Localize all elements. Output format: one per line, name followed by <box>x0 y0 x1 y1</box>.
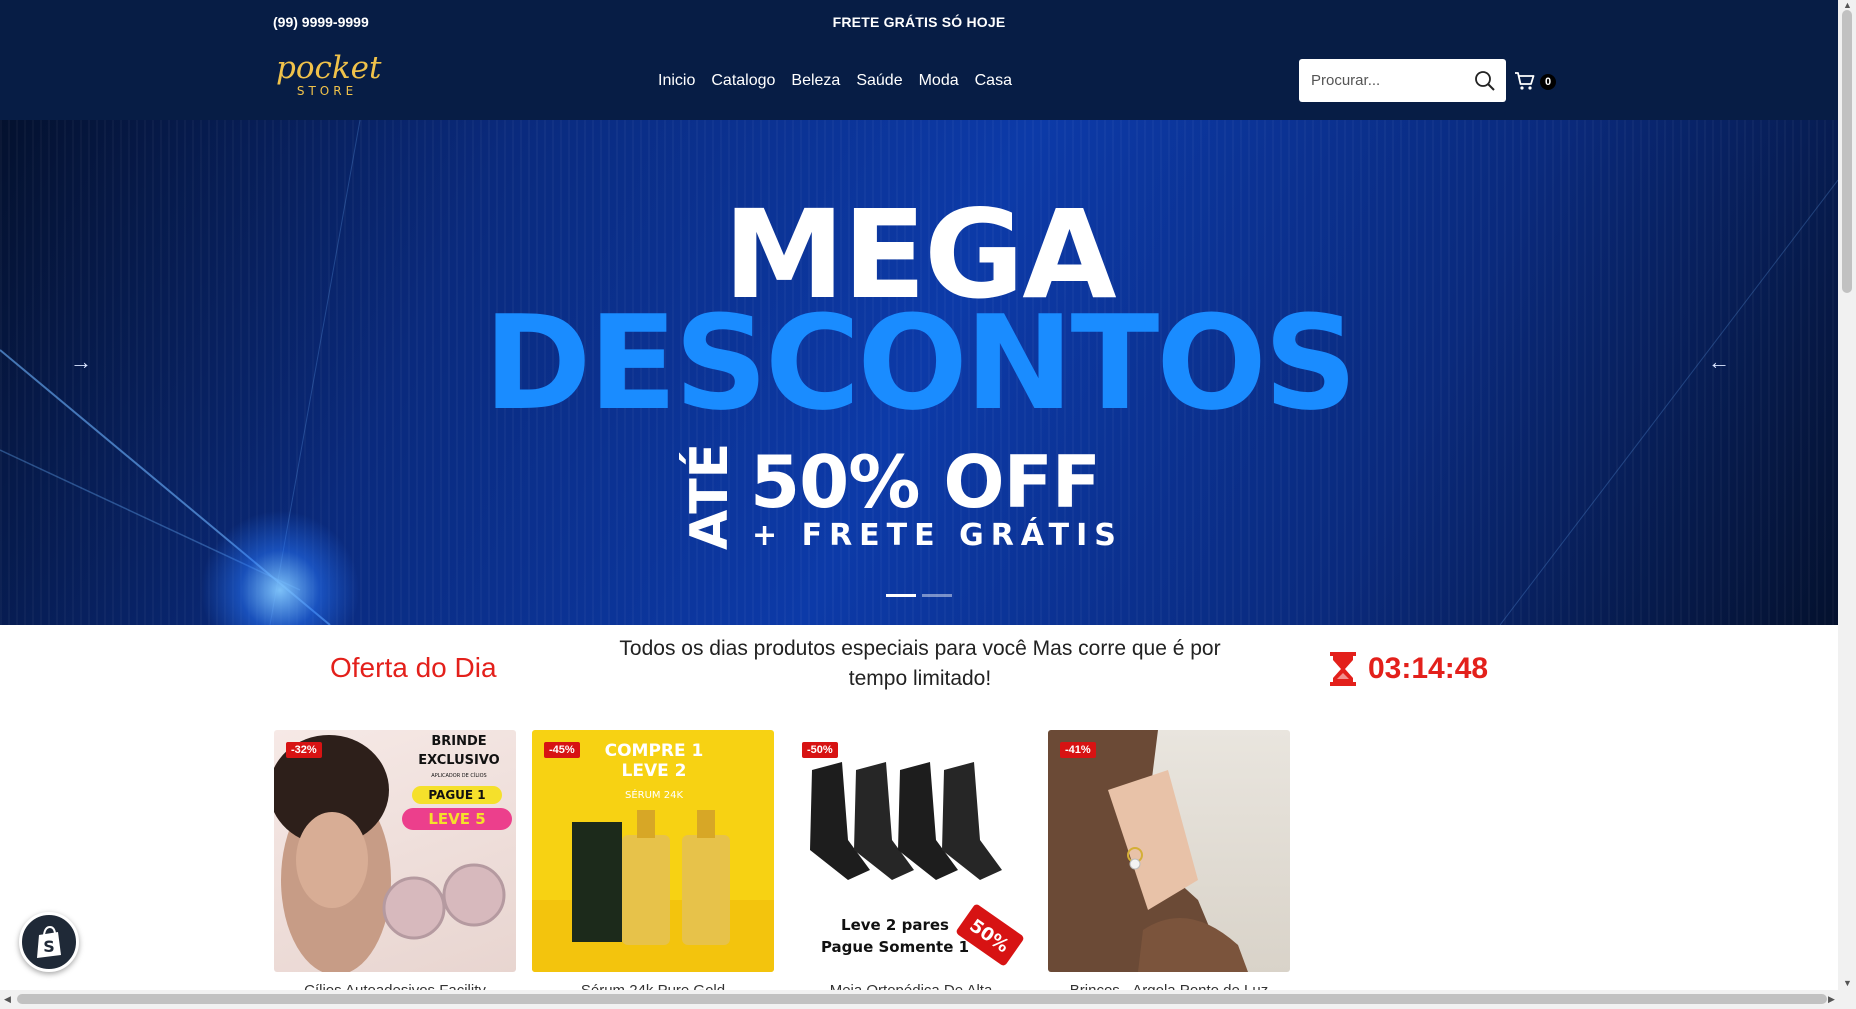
nav-beleza[interactable]: Beleza <box>791 72 840 90</box>
art-line3: APLICADOR DE CÍLIOS <box>431 772 486 779</box>
shopify-bag-icon: S <box>37 925 61 958</box>
serum-art: COMPRE 1 LEVE 2 SÉRUM 24K <box>532 741 774 972</box>
socks-art: Leve 2 pares Pague Somente 1 50% <box>810 762 1024 966</box>
carousel-dot-2[interactable] <box>922 594 952 597</box>
hero-banner[interactable]: MEGA DESCONTOS ATÉ 50% OFF + FRETE GRÁTI… <box>0 120 1838 625</box>
page: (99) 9999-9999 FRETE GRÁTIS SÓ HOJE pock… <box>0 0 1856 1009</box>
vertical-scroll-thumb[interactable] <box>1842 10 1852 293</box>
promo-banner-text: FRETE GRÁTIS SÓ HOJE <box>832 14 1006 30</box>
art-line2: Pague Somente 1 <box>821 938 969 956</box>
scroll-down-arrow[interactable]: ▼ <box>1843 978 1852 988</box>
art-line1: BRINDE <box>431 734 486 749</box>
search-box <box>1299 59 1506 102</box>
nav-casa[interactable]: Casa <box>975 72 1012 90</box>
store-logo[interactable]: pocket STORE <box>276 50 382 114</box>
product-card[interactable]: -32% BRINDE EXCLUSIVO APLICADOR DE CÍLIO… <box>274 730 516 999</box>
svg-text:S: S <box>43 937 55 956</box>
shopify-chat-button[interactable]: S <box>19 912 79 972</box>
main-nav: Inicio Catalogo Beleza Saúde Moda Casa <box>658 72 1012 90</box>
art-line3: SÉRUM 24K <box>625 788 683 801</box>
cart-icon <box>1515 72 1535 90</box>
nav-saude[interactable]: Saúde <box>856 72 902 90</box>
scroll-left-arrow[interactable]: ◀ <box>4 994 11 1005</box>
lashes-art: BRINDE EXCLUSIVO APLICADOR DE CÍLIOS PAG… <box>274 734 512 972</box>
product-image[interactable]: -41% <box>1048 730 1290 972</box>
art-line1: Leve 2 pares <box>841 916 949 934</box>
timer-value: 03:14:48 <box>1368 652 1489 685</box>
scroll-right-arrow[interactable]: ▶ <box>1828 994 1835 1005</box>
carousel-dots <box>886 594 952 597</box>
logo-word: pocket <box>276 50 382 86</box>
earring-art <box>1048 730 1248 972</box>
cart-count-badge: 0 <box>1540 74 1556 90</box>
product-image[interactable]: -32% BRINDE EXCLUSIVO APLICADOR DE CÍLIO… <box>274 730 516 972</box>
horizontal-scroll-thumb[interactable] <box>17 994 1827 1004</box>
hero-discount: 50% OFF <box>750 440 1101 524</box>
product-image[interactable]: -45% COMPRE 1 LEVE 2 SÉRUM 24K <box>532 730 774 972</box>
offer-title: Oferta do Dia <box>330 652 497 683</box>
scroll-up-arrow[interactable]: ▲ <box>1843 0 1852 10</box>
product-image[interactable]: -50% Leve 2 pares Pague Somente 1 50% <box>790 730 1032 972</box>
product-grid: -32% BRINDE EXCLUSIVO APLICADOR DE CÍLIO… <box>274 730 1290 999</box>
horizontal-scrollbar[interactable]: ◀ ▶ <box>0 990 1856 1009</box>
vertical-scrollbar[interactable]: ▲ ▼ <box>1838 0 1856 990</box>
hero-title-descontos: DESCONTOS <box>483 287 1358 439</box>
cart-button[interactable]: 0 <box>1514 70 1560 94</box>
discount-badge: -50% <box>802 742 838 758</box>
offer-description: Todos os dias produtos especiais para vo… <box>619 637 1221 690</box>
discount-badge: -45% <box>544 742 580 758</box>
carousel-next-arrow-left[interactable]: → <box>66 351 96 373</box>
logo-sub: STORE <box>296 84 358 98</box>
search-icon[interactable] <box>1474 70 1496 92</box>
art-line1: COMPRE 1 <box>605 741 704 761</box>
hourglass-icon <box>1330 652 1356 686</box>
art-line2: LEVE 2 <box>622 761 687 781</box>
art-pill1: PAGUE 1 <box>428 788 485 802</box>
art-pill2: LEVE 5 <box>428 810 485 828</box>
search-input[interactable] <box>1299 59 1469 102</box>
nav-catalogo[interactable]: Catalogo <box>711 72 775 90</box>
nav-moda[interactable]: Moda <box>919 72 959 90</box>
art-line2: EXCLUSIVO <box>418 753 499 768</box>
discount-badge: -32% <box>286 742 322 758</box>
hero-free-shipping: + FRETE GRÁTIS <box>752 518 1123 553</box>
nav-inicio[interactable]: Inicio <box>658 72 695 90</box>
header: (99) 9999-9999 FRETE GRÁTIS SÓ HOJE pock… <box>0 0 1838 120</box>
product-card[interactable]: -45% COMPRE 1 LEVE 2 SÉRUM 24K Sérum 24k… <box>532 730 774 999</box>
product-card[interactable]: -50% Leve 2 pares Pague Somente 1 50% Me… <box>790 730 1032 999</box>
carousel-dot-1[interactable] <box>886 594 916 597</box>
carousel-prev-arrow-right[interactable]: ← <box>1704 351 1734 373</box>
product-card[interactable]: -41% Brincos - Argola Ponto de Luz <box>1048 730 1290 999</box>
offer-timer: 03:14:48 <box>1330 652 1488 686</box>
discount-badge: -41% <box>1060 742 1096 758</box>
hero-ate: ATÉ <box>680 442 740 550</box>
